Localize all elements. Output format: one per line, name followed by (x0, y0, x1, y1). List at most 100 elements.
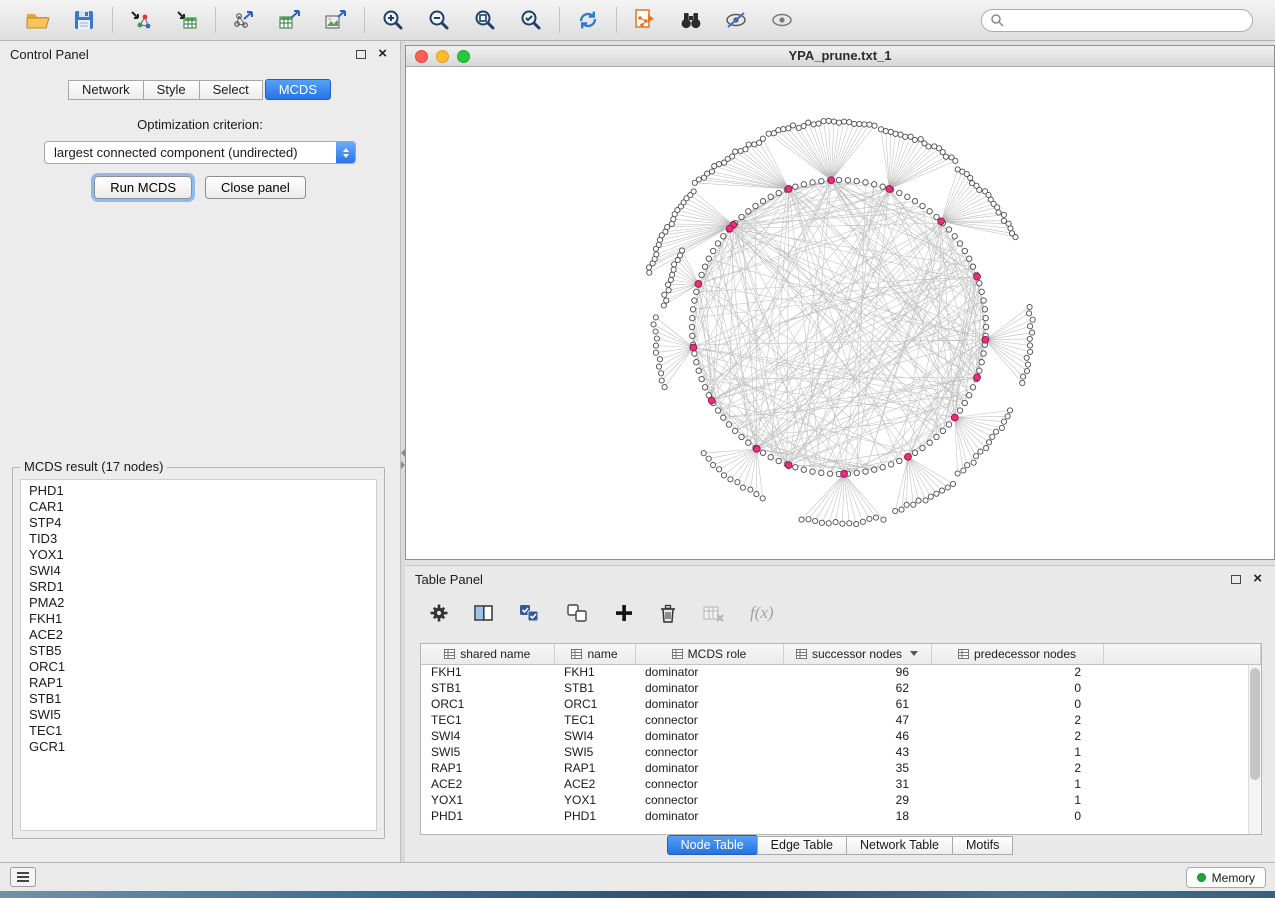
delete-rows-button[interactable] (658, 603, 678, 624)
table-row[interactable]: RAP1RAP1dominator352 (421, 760, 1261, 776)
search-binoculars-button[interactable] (677, 6, 705, 34)
column-header-shared-name[interactable]: shared name (421, 644, 554, 664)
table-cell[interactable]: YOX1 (554, 792, 635, 808)
table-row[interactable]: FKH1FKH1dominator962 (421, 664, 1261, 680)
table-cell[interactable]: 0 (931, 696, 1103, 712)
scrollbar-thumb[interactable] (1250, 668, 1260, 780)
zoom-window-button[interactable] (457, 50, 470, 63)
column-header-successor-nodes[interactable]: successor nodes (783, 644, 931, 664)
table-row[interactable]: ACE2ACE2connector311 (421, 776, 1261, 792)
table-cell[interactable]: 18 (783, 808, 931, 824)
run-mcds-button[interactable]: Run MCDS (94, 176, 192, 199)
mcds-node-item[interactable]: STB1 (21, 691, 376, 707)
table-cell[interactable]: RAP1 (421, 760, 554, 776)
table-cell[interactable]: SWI5 (554, 744, 635, 760)
table-cell[interactable]: 31 (783, 776, 931, 792)
table-cell[interactable]: connector (635, 712, 783, 728)
network-titlebar[interactable]: YPA_prune.txt_1 (406, 46, 1274, 67)
mcds-node-item[interactable]: STB5 (21, 643, 376, 659)
table-cell[interactable]: FKH1 (554, 664, 635, 680)
table-cell[interactable]: connector (635, 776, 783, 792)
status-menu-button[interactable] (10, 867, 36, 887)
table-row[interactable]: STB1STB1dominator620 (421, 680, 1261, 696)
table-cell[interactable]: dominator (635, 760, 783, 776)
table-cell[interactable]: 1 (931, 776, 1103, 792)
unselect-all-rows-button[interactable] (566, 603, 590, 623)
open-folder-button[interactable] (24, 6, 52, 34)
table-cell[interactable]: STB1 (554, 680, 635, 696)
close-panel-icon[interactable]: × (378, 45, 387, 63)
close-window-button[interactable] (415, 50, 428, 63)
show-columns-button[interactable] (473, 603, 494, 623)
mcds-node-item[interactable]: FKH1 (21, 611, 376, 627)
table-cell[interactable]: YOX1 (421, 792, 554, 808)
table-cell[interactable]: dominator (635, 808, 783, 824)
minimize-window-button[interactable] (436, 50, 449, 63)
table-cell[interactable]: 46 (783, 728, 931, 744)
column-header-predecessor-nodes[interactable]: predecessor nodes (931, 644, 1103, 664)
table-cell[interactable]: ORC1 (554, 696, 635, 712)
table-cell[interactable]: 47 (783, 712, 931, 728)
table-cell[interactable]: dominator (635, 680, 783, 696)
zoom-out-button[interactable] (425, 6, 453, 34)
table-cell[interactable]: 1 (931, 792, 1103, 808)
mcds-node-item[interactable]: ORC1 (21, 659, 376, 675)
mcds-node-item[interactable]: STP4 (21, 515, 376, 531)
tab-mcds[interactable]: MCDS (265, 79, 331, 100)
table-cell[interactable]: SWI4 (554, 728, 635, 744)
import-table-button[interactable] (173, 6, 201, 34)
table-cell[interactable]: 0 (931, 680, 1103, 696)
tab-node-table[interactable]: Node Table (667, 835, 758, 855)
zoom-selected-button[interactable] (517, 6, 545, 34)
table-cell[interactable]: ACE2 (554, 776, 635, 792)
memory-button[interactable]: Memory (1186, 867, 1266, 888)
refresh-view-button[interactable] (574, 6, 602, 34)
table-cell[interactable]: PHD1 (554, 808, 635, 824)
mcds-node-item[interactable]: SWI4 (21, 563, 376, 579)
export-table-button[interactable] (276, 6, 304, 34)
table-cell[interactable]: 96 (783, 664, 931, 680)
table-settings-button[interactable] (429, 603, 449, 623)
table-row[interactable]: YOX1YOX1connector291 (421, 792, 1261, 808)
table-cell[interactable]: 43 (783, 744, 931, 760)
network-graph[interactable] (406, 67, 1274, 559)
table-row[interactable]: TEC1TEC1connector472 (421, 712, 1261, 728)
table-cell[interactable]: 2 (931, 712, 1103, 728)
mcds-node-item[interactable]: TID3 (21, 531, 376, 547)
mcds-node-item[interactable]: TEC1 (21, 723, 376, 739)
close-panel-button[interactable]: Close panel (205, 176, 306, 199)
mcds-node-item[interactable]: PMA2 (21, 595, 376, 611)
table-cell[interactable]: PHD1 (421, 808, 554, 824)
add-row-button[interactable] (614, 603, 634, 623)
column-header-name[interactable]: name (554, 644, 635, 664)
table-cell[interactable]: TEC1 (421, 712, 554, 728)
tab-network-table[interactable]: Network Table (846, 836, 953, 855)
table-cell[interactable]: SWI4 (421, 728, 554, 744)
mcds-node-item[interactable]: SRD1 (21, 579, 376, 595)
table-cell[interactable]: 0 (931, 808, 1103, 824)
float-table-panel-icon[interactable] (1231, 575, 1241, 584)
table-cell[interactable]: connector (635, 792, 783, 808)
mcds-node-item[interactable]: PHD1 (21, 483, 376, 499)
table-cell[interactable]: 2 (931, 728, 1103, 744)
table-cell[interactable]: dominator (635, 728, 783, 744)
show-graphics-details-button[interactable] (769, 6, 797, 34)
criterion-dropdown[interactable]: largest connected component (undirected) (44, 141, 356, 164)
table-cell[interactable]: FKH1 (421, 664, 554, 680)
table-cell[interactable]: 62 (783, 680, 931, 696)
table-cell[interactable]: 61 (783, 696, 931, 712)
mcds-node-item[interactable]: CAR1 (21, 499, 376, 515)
select-all-rows-button[interactable] (518, 603, 542, 623)
float-panel-icon[interactable] (356, 50, 366, 59)
table-cell[interactable]: 29 (783, 792, 931, 808)
mcds-node-item[interactable]: SWI5 (21, 707, 376, 723)
mcds-node-item[interactable]: RAP1 (21, 675, 376, 691)
table-cell[interactable]: 35 (783, 760, 931, 776)
function-builder-button[interactable]: f(x) (750, 603, 774, 623)
hide-graphics-details-button[interactable] (723, 6, 751, 34)
table-cell[interactable]: TEC1 (554, 712, 635, 728)
export-network-button[interactable] (230, 6, 258, 34)
table-vertical-scrollbar[interactable] (1248, 665, 1261, 834)
table-row[interactable]: ORC1ORC1dominator610 (421, 696, 1261, 712)
clone-network-button[interactable] (631, 6, 659, 34)
